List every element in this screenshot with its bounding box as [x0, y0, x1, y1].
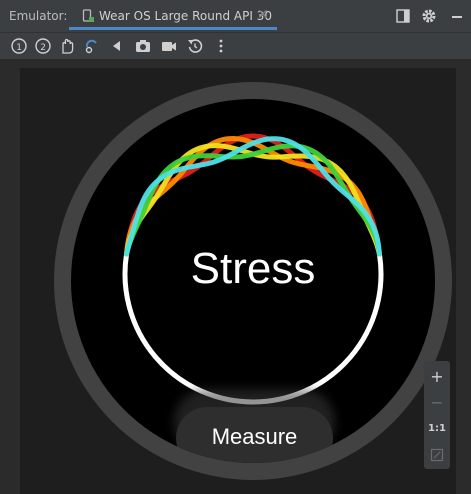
reset-icon[interactable] — [186, 37, 204, 55]
emulator-viewport: Stress Measure + − 1:1 — [0, 60, 471, 494]
svg-text:2: 2 — [40, 43, 46, 53]
ring-strand-2 — [124, 143, 382, 257]
tool-window-header: Emulator: Wear OS Large Round API 30 ✕ — [0, 0, 471, 33]
watch-face[interactable]: Stress Measure — [71, 99, 435, 463]
more-icon[interactable] — [212, 37, 230, 55]
camera-icon[interactable] — [134, 37, 152, 55]
ring-strand-3 — [124, 143, 382, 257]
touch-gesture-icon[interactable] — [58, 37, 76, 55]
rotate-icon[interactable] — [83, 37, 101, 55]
video-icon[interactable] — [160, 37, 178, 55]
svg-text:1: 1 — [16, 43, 22, 53]
fit-screen-icon[interactable] — [424, 445, 450, 466]
zoom-out-button[interactable]: − — [424, 393, 450, 412]
restore-layout-icon[interactable] — [396, 8, 410, 27]
stress-title: Stress — [190, 244, 316, 293]
device-tab-label: Wear OS Large Round API 30 — [99, 9, 272, 23]
measure-button[interactable]: Measure — [176, 407, 333, 463]
zoom-controls: + − 1:1 — [424, 361, 450, 469]
power-icon[interactable]: 1 — [10, 37, 28, 55]
wear-device-icon — [81, 8, 95, 27]
actual-size-button[interactable]: 1:1 — [424, 423, 450, 434]
device-display-area: Stress Measure — [20, 68, 456, 494]
close-tab-icon[interactable]: ✕ — [257, 7, 269, 23]
volume-icon[interactable]: 2 — [34, 37, 52, 55]
emulator-title: Emulator: — [9, 9, 68, 23]
emulator-toolbar: 1 2 — [0, 33, 471, 60]
settings-gear-icon[interactable] — [421, 8, 437, 28]
back-icon[interactable] — [108, 37, 126, 55]
measure-button-label: Measure — [211, 424, 298, 449]
device-tab[interactable]: Wear OS Large Round API 30 ✕ — [69, 0, 277, 30]
zoom-in-button[interactable]: + — [424, 367, 450, 386]
hide-panel-icon[interactable] — [450, 8, 464, 22]
